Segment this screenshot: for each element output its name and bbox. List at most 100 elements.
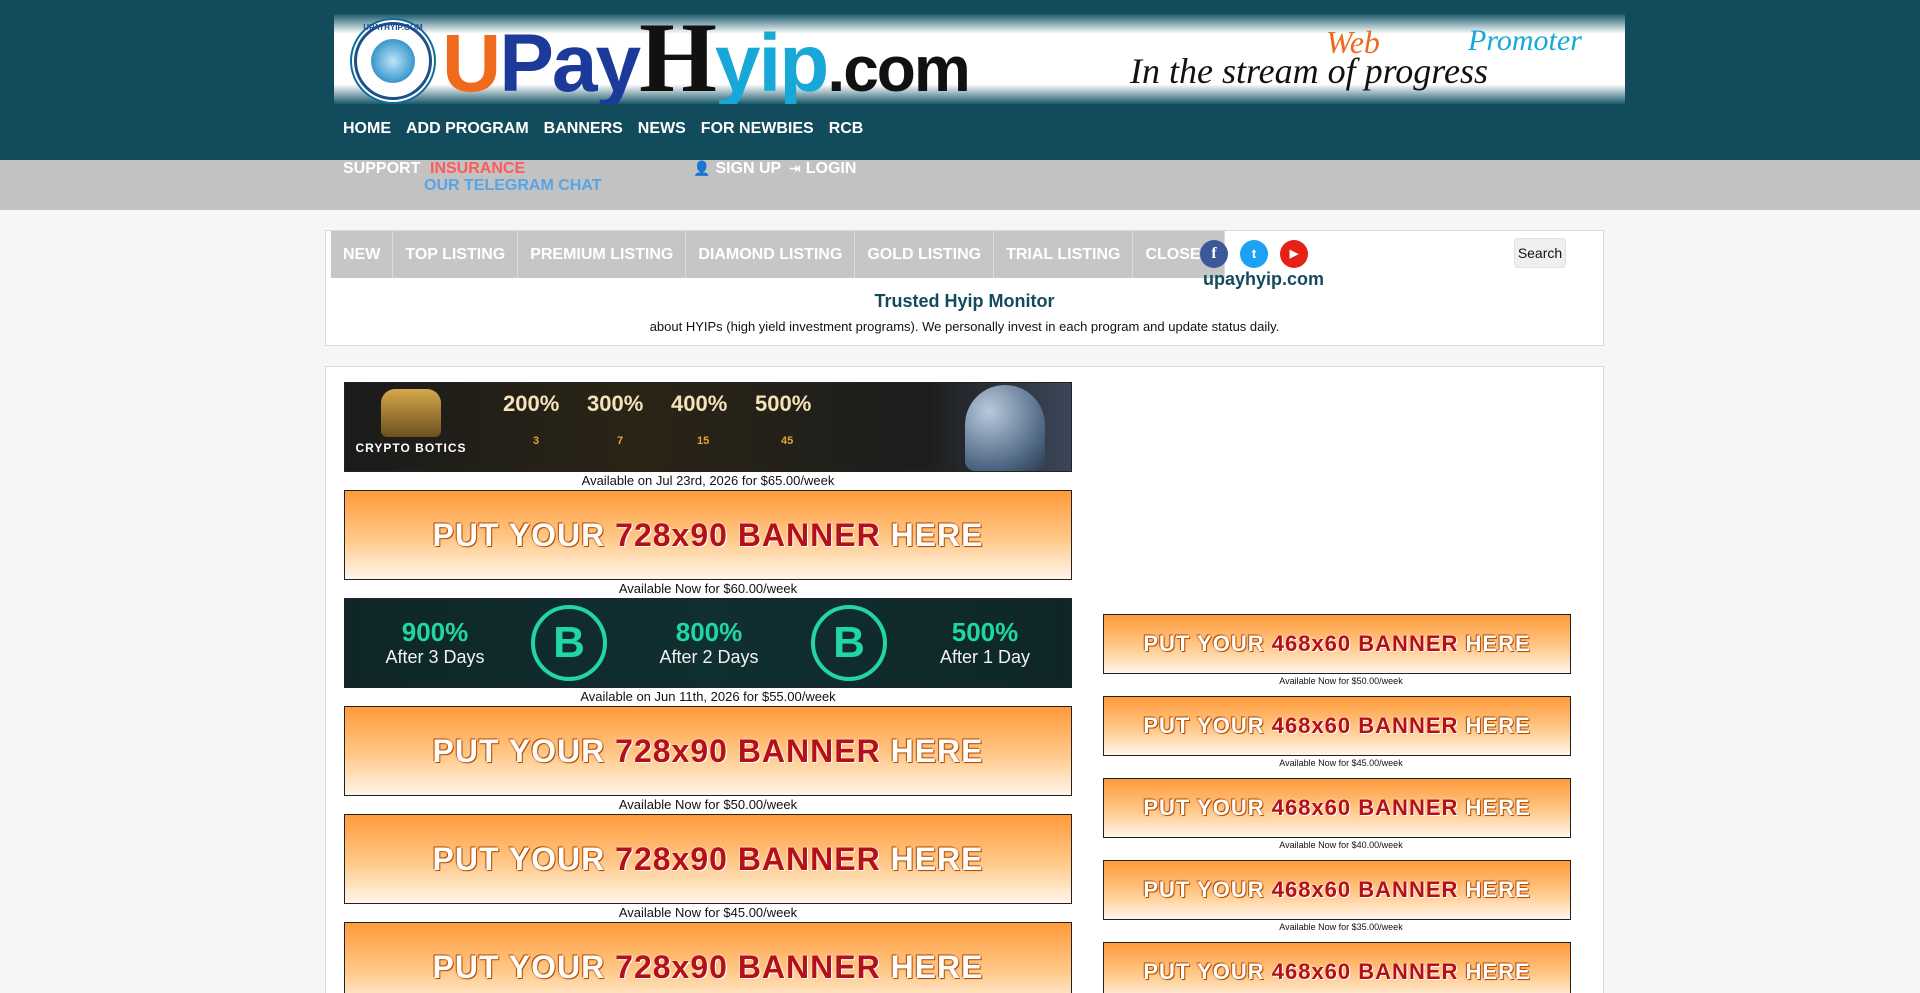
intro-title: Trusted Hyip Monitor: [874, 291, 1055, 311]
login-label: LOGIN: [805, 160, 857, 177]
seal-text: UPAYHYIP.COM: [363, 23, 423, 32]
placeholder-mid: BANNER: [737, 949, 881, 985]
banner-placeholder-728[interactable]: PUT YOUR 728x90 BANNER HERE: [344, 706, 1072, 796]
placeholder-size: 728x90: [615, 841, 728, 877]
placeholder-pre: PUT YOUR: [1143, 959, 1265, 984]
crypto-botics-logo: CRYPTO BOTICS: [351, 389, 471, 467]
tab-gold-listing[interactable]: GOLD LISTING: [855, 231, 995, 278]
tab-trial-listing[interactable]: TRIAL LISTING: [994, 231, 1134, 278]
logo-yip: yip: [714, 18, 829, 104]
nav-news[interactable]: NEWS: [638, 120, 686, 138]
banner-caption: Available on Jun 11th, 2026 for $55.00/w…: [580, 689, 836, 704]
placeholder-post: HERE: [1465, 877, 1531, 902]
placeholder-size: 728x90: [615, 949, 728, 985]
nav-insurance[interactable]: INSURANCE: [430, 160, 525, 178]
banner-placeholder-468[interactable]: PUT YOUR 468x60 BANNER HERE: [1103, 860, 1571, 920]
tab-diamond-listing[interactable]: DIAMOND LISTING: [686, 231, 856, 278]
banner-caption: Available Now for $50.00/week: [618, 797, 798, 812]
ad-banner-btc[interactable]: 900% After 3 Days B 800% After 2 Days B …: [344, 598, 1072, 688]
facebook-icon[interactable]: f: [1200, 240, 1228, 268]
placeholder-post: HERE: [1465, 959, 1531, 984]
placeholder-size: 468x60: [1271, 795, 1352, 820]
btc-value: 800%: [675, 617, 743, 647]
small-banner-caption: Available Now for $45.00/week: [1279, 758, 1403, 768]
banner-placeholder-468[interactable]: PUT YOUR 468x60 BANNER HERE: [1103, 942, 1571, 993]
placeholder-post: HERE: [890, 841, 984, 877]
placeholder-mid: BANNER: [737, 733, 881, 769]
banner-caption: Available Now for $45.00/week: [618, 905, 798, 920]
placeholder-mid: BANNER: [1358, 877, 1459, 902]
placeholder-post: HERE: [890, 949, 984, 985]
ad-banner-crypto-botics[interactable]: CRYPTO BOTICS 200% 300% 400% 500% 3 7 15…: [344, 382, 1072, 472]
crypto-pct: 300%: [587, 391, 644, 416]
nav-rcb[interactable]: RCB: [829, 120, 864, 138]
tab-new[interactable]: NEW: [331, 231, 394, 278]
logo-wordmark: UPayHyip.com: [442, 14, 971, 104]
listing-panel: NEW TOP LISTING PREMIUM LISTING DIAMOND …: [325, 230, 1604, 346]
nav-for-newbies[interactable]: FOR NEWBIES: [701, 120, 814, 138]
placeholder-pre: PUT YOUR: [1143, 795, 1265, 820]
placeholder-pre: PUT YOUR: [432, 733, 606, 769]
placeholder-size: 468x60: [1271, 877, 1352, 902]
placeholder-pre: PUT YOUR: [432, 841, 606, 877]
placeholder-size: 728x90: [615, 517, 728, 553]
placeholder-post: HERE: [890, 733, 984, 769]
crypto-botics-name: CRYPTO BOTICS: [355, 441, 467, 455]
placeholder-size: 728x90: [615, 733, 728, 769]
placeholder-mid: BANNER: [1358, 959, 1459, 984]
nav-add-program[interactable]: ADD PROGRAM: [406, 120, 529, 138]
placeholder-size: 468x60: [1271, 713, 1352, 738]
placeholder-size: 468x60: [1271, 631, 1352, 656]
btc-sub: After 1 Day: [939, 647, 1031, 667]
crypto-pct: 200%: [503, 391, 560, 416]
nav-support[interactable]: SUPPORT: [343, 160, 420, 178]
placeholder-mid: BANNER: [737, 517, 881, 553]
logo-com: .com: [827, 33, 970, 104]
site-logo-banner[interactable]: UPAYHYIP.COM UPayHyip.com Web Promoter I…: [334, 14, 1625, 104]
site-name-link[interactable]: upayhyip.com: [1203, 269, 1324, 290]
crypto-num: 45: [781, 435, 794, 447]
banner-caption: Available on Jul 23rd, 2026 for $65.00/w…: [581, 473, 835, 488]
small-banner-caption: Available Now for $40.00/week: [1279, 840, 1403, 850]
nav-home[interactable]: HOME: [343, 120, 391, 138]
btc-sub: After 3 Days: [385, 647, 485, 667]
btc-value: 900%: [401, 617, 469, 647]
tagline-stream: In the stream of progress: [1130, 51, 1488, 91]
youtube-icon[interactable]: ▶: [1280, 240, 1308, 268]
banner-placeholder-728[interactable]: PUT YOUR 728x90 BANNER HERE: [344, 490, 1072, 580]
crypto-pct: 400%: [671, 391, 728, 416]
banner-placeholder-468[interactable]: PUT YOUR 468x60 BANNER HERE: [1103, 778, 1571, 838]
robot-mascot-icon: [965, 385, 1045, 471]
search-button[interactable]: Search: [1514, 238, 1566, 268]
placeholder-post: HERE: [1465, 713, 1531, 738]
banner-caption: Available Now for $60.00/week: [618, 581, 798, 596]
banner-placeholder-728[interactable]: PUT YOUR 728x90 BANNER HERE: [344, 922, 1072, 993]
header-subband: [0, 160, 1920, 210]
intro-subtitle: about HYIPs (high yield investment progr…: [649, 319, 1280, 334]
logo-seal-icon: UPAYHYIP.COM: [354, 22, 432, 100]
placeholder-pre: PUT YOUR: [432, 949, 606, 985]
placeholder-mid: BANNER: [1358, 631, 1459, 656]
robot-head-icon: [381, 389, 441, 437]
tab-top-listing[interactable]: TOP LISTING: [393, 231, 519, 278]
twitter-icon[interactable]: t: [1240, 240, 1268, 268]
nav-telegram-chat[interactable]: OUR TELEGRAM CHAT: [424, 177, 601, 195]
placeholder-pre: PUT YOUR: [1143, 713, 1265, 738]
btc-sub: After 2 Days: [659, 647, 759, 667]
signup-link[interactable]: 👤 SIGN UP: [693, 160, 781, 178]
placeholder-post: HERE: [1465, 631, 1531, 656]
banner-placeholder-468[interactable]: PUT YOUR 468x60 BANNER HERE: [1103, 614, 1571, 674]
tab-premium-listing[interactable]: PREMIUM LISTING: [518, 231, 687, 278]
login-link[interactable]: ⇥ LOGIN: [789, 160, 856, 178]
placeholder-size: 468x60: [1271, 959, 1352, 984]
user-icon: 👤: [693, 160, 711, 176]
placeholder-post: HERE: [890, 517, 984, 553]
small-banner-caption: Available Now for $35.00/week: [1279, 922, 1403, 932]
nav-banners[interactable]: BANNERS: [544, 120, 623, 138]
seal-globe-icon: [371, 39, 415, 83]
crypto-num: 7: [617, 435, 624, 447]
main-nav: HOME ADD PROGRAM BANNERS NEWS FOR NEWBIE…: [343, 120, 863, 138]
banner-placeholder-468[interactable]: PUT YOUR 468x60 BANNER HERE: [1103, 696, 1571, 756]
listing-tabs: NEW TOP LISTING PREMIUM LISTING DIAMOND …: [331, 231, 1226, 278]
banner-placeholder-728[interactable]: PUT YOUR 728x90 BANNER HERE: [344, 814, 1072, 904]
